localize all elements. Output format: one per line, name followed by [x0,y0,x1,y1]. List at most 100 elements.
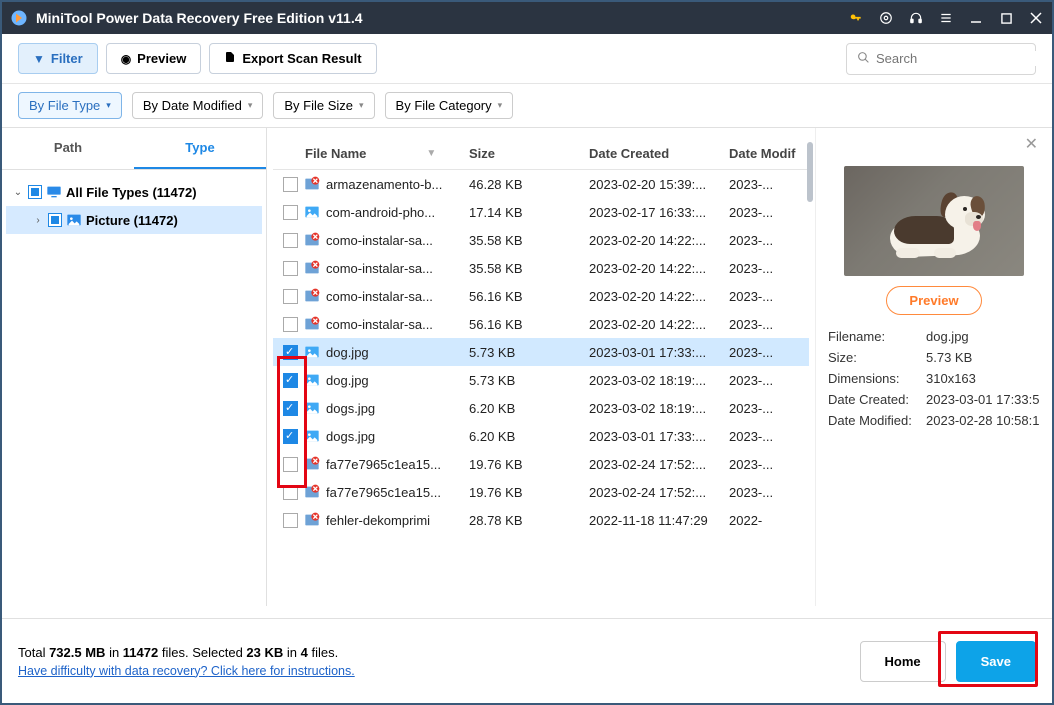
stats-line: Total 732.5 MB in 11472 files. Selected … [18,645,850,660]
col-date-created[interactable]: Date Created [589,146,729,161]
row-checkbox[interactable] [283,317,298,332]
row-checkbox[interactable] [283,289,298,304]
row-checkbox[interactable] [283,177,298,192]
key-icon[interactable] [848,10,864,26]
tree-root[interactable]: ⌄ All File Types (11472) [6,178,262,206]
maximize-button[interactable] [998,10,1014,26]
row-checkbox[interactable] [283,457,298,472]
table-row[interactable]: fa77e7965c1ea15...19.76 KB2023-02-24 17:… [273,478,809,506]
file-date-modified: 2023-... [729,317,799,332]
checkbox[interactable] [48,213,62,227]
file-size: 19.76 KB [469,485,589,500]
filter-button[interactable]: ▼Filter [18,43,98,74]
row-checkbox[interactable] [283,345,298,360]
filter-by-category[interactable]: By File Category▾ [385,92,514,119]
close-preview-icon[interactable]: ✕ [1025,134,1038,154]
image-icon [304,344,320,360]
preview-button[interactable]: ◉Preview [106,43,202,74]
help-link[interactable]: Have difficulty with data recovery? Clic… [18,664,355,678]
table-row[interactable]: fa77e7965c1ea15...19.76 KB2023-02-24 17:… [273,450,809,478]
row-checkbox[interactable] [283,513,298,528]
row-checkbox[interactable] [283,485,298,500]
table-row[interactable]: como-instalar-sa...56.16 KB2023-02-20 14… [273,282,809,310]
monitor-icon [46,184,62,200]
row-checkbox[interactable] [283,401,298,416]
row-checkbox[interactable] [283,429,298,444]
tab-type[interactable]: Type [134,128,266,169]
minimize-button[interactable] [968,10,984,26]
chevron-down-icon: ▾ [498,100,503,111]
file-date-modified: 2023-... [729,373,799,388]
picture-icon [66,212,82,228]
file-date-modified: 2022- [729,513,799,528]
file-date-created: 2023-02-20 14:22:... [589,289,729,304]
file-date-created: 2023-02-20 14:22:... [589,261,729,276]
file-date-created: 2023-02-20 14:22:... [589,233,729,248]
filter-by-size[interactable]: By File Size▾ [273,92,374,119]
file-list-pane: File Name▼ Size Date Created Date Modif … [267,128,816,606]
export-button[interactable]: Export Scan Result [209,43,376,74]
app-logo-icon [10,9,28,27]
titlebar: MiniTool Power Data Recovery Free Editio… [2,2,1052,34]
tab-path[interactable]: Path [2,128,134,169]
row-checkbox[interactable] [283,233,298,248]
file-date-created: 2022-11-18 11:47:29 [589,513,729,528]
file-name: dogs.jpg [326,401,375,416]
collapse-icon[interactable]: ⌄ [12,187,24,198]
tree-tabs: Path Type [2,128,266,170]
table-row[interactable]: como-instalar-sa...56.16 KB2023-02-20 14… [273,310,809,338]
file-date-modified: 2023-... [729,261,799,276]
file-name: armazenamento-b... [326,177,442,192]
col-date-modified[interactable]: Date Modif [729,146,799,161]
search-box[interactable] [846,43,1036,75]
chevron-down-icon: ▾ [359,100,364,111]
col-size[interactable]: Size [469,146,589,161]
row-checkbox[interactable] [283,205,298,220]
row-checkbox[interactable] [283,373,298,388]
home-button[interactable]: Home [860,641,946,682]
scrollbar[interactable] [807,142,813,202]
table-row[interactable]: dogs.jpg6.20 KB2023-03-02 18:19:...2023-… [273,394,809,422]
save-button[interactable]: Save [956,641,1036,682]
file-size: 35.58 KB [469,261,589,276]
search-input[interactable] [876,51,1052,66]
expand-icon[interactable]: › [32,215,44,226]
table-row[interactable]: com-android-pho...17.14 KB2023-02-17 16:… [273,198,809,226]
filter-by-date[interactable]: By Date Modified▾ [132,92,264,119]
col-name[interactable]: File Name▼ [305,146,469,161]
file-size: 28.78 KB [469,513,589,528]
menu-icon[interactable] [938,10,954,26]
disc-icon[interactable] [878,10,894,26]
file-date-modified: 2023-... [729,401,799,416]
file-name: dog.jpg [326,373,369,388]
preview-open-button[interactable]: Preview [886,286,981,315]
checkbox[interactable] [28,185,42,199]
close-button[interactable] [1028,10,1044,26]
image-icon [304,372,320,388]
search-icon [857,51,870,67]
filter-by-type[interactable]: By File Type▾ [18,92,122,119]
file-list-header: File Name▼ Size Date Created Date Modif [273,138,809,170]
file-date-modified: 2023-... [729,457,799,472]
table-row[interactable]: dog.jpg5.73 KB2023-03-01 17:33:...2023-.… [273,338,809,366]
preview-pane: ✕ Preview Filename:dog.jpg Size:5.73 KB … [816,128,1052,606]
file-date-created: 2023-02-17 16:33:... [589,205,729,220]
file-name: como-instalar-sa... [326,261,433,276]
file-size: 46.28 KB [469,177,589,192]
headphones-icon[interactable] [908,10,924,26]
file-date-created: 2023-03-01 17:33:... [589,345,729,360]
main-toolbar: ▼Filter ◉Preview Export Scan Result [2,34,1052,84]
file-date-modified: 2023-... [729,429,799,444]
table-row[interactable]: dogs.jpg6.20 KB2023-03-01 17:33:...2023-… [273,422,809,450]
tree-picture[interactable]: › Picture (11472) [6,206,262,234]
row-checkbox[interactable] [283,261,298,276]
table-row[interactable]: fehler-dekomprimi28.78 KB2022-11-18 11:4… [273,506,809,534]
footer: Total 732.5 MB in 11472 files. Selected … [2,618,1052,703]
table-row[interactable]: como-instalar-sa... 35.58 KB2023-02-20 14… [273,254,809,282]
table-row[interactable]: armazenamento-b...46.28 KB2023-02-20 15:… [273,170,809,198]
file-date-created: 2023-02-24 17:52:... [589,457,729,472]
table-row[interactable]: como-instalar-sa...35.58 KB2023-02-20 14… [273,226,809,254]
table-row[interactable]: dog.jpg5.73 KB2023-03-02 18:19:...2023-.… [273,366,809,394]
file-date-created: 2023-02-24 17:52:... [589,485,729,500]
deleted-image-icon [304,176,320,192]
